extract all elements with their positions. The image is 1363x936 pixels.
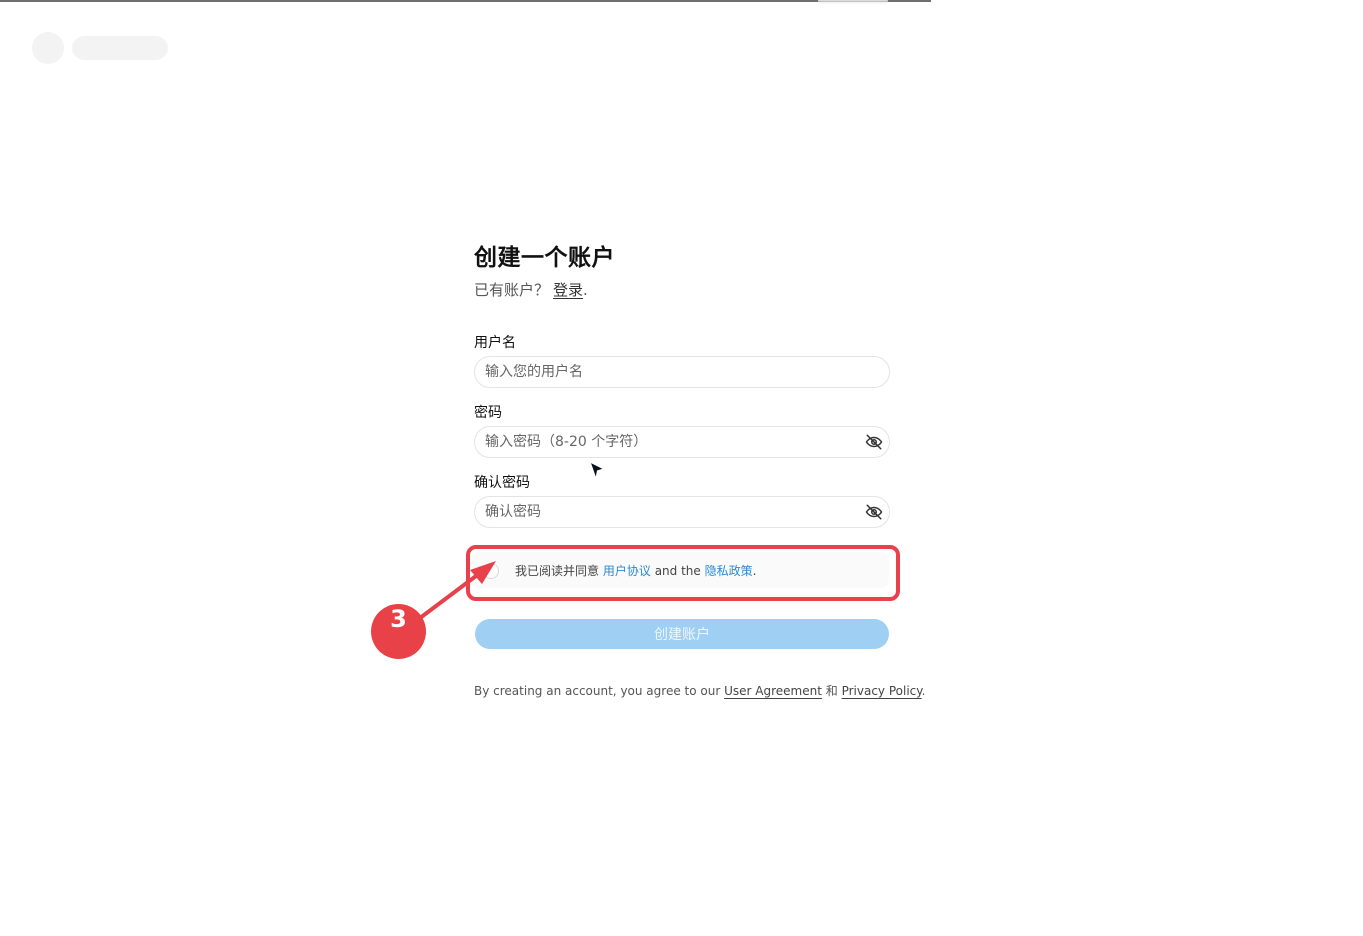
mouse-cursor-icon: [589, 461, 605, 480]
confirm-password-label: 确认密码: [474, 475, 530, 491]
logo-placeholder: [32, 32, 64, 64]
have-account-text: 已有账户？: [474, 281, 550, 299]
eye-off-icon[interactable]: [865, 503, 883, 521]
top-border: [0, 0, 931, 2]
footer-privacy-policy-link[interactable]: Privacy Policy: [842, 684, 922, 698]
eye-off-icon[interactable]: [865, 433, 883, 451]
brand-name-placeholder: [72, 36, 168, 60]
agreement-suffix: .: [752, 564, 757, 578]
step-number-badge: 3: [371, 604, 426, 659]
agreement-prefix: 我已阅读并同意: [515, 564, 600, 578]
password-label: 密码: [474, 405, 502, 421]
page-title: 创建一个账户: [474, 245, 615, 271]
privacy-policy-link[interactable]: 隐私政策: [705, 564, 753, 578]
username-field: [474, 356, 890, 388]
terms-note: By creating an account, you agree to our…: [474, 682, 925, 699]
agree-checkbox[interactable]: [483, 563, 499, 579]
login-link[interactable]: 登录: [553, 281, 583, 299]
agreement-row: 我已阅读并同意 用户协议 and the 隐私政策.: [471, 552, 889, 588]
top-tab-shadow: [818, 0, 888, 5]
confirm-password-input[interactable]: [485, 497, 855, 527]
login-suffix: .: [583, 281, 588, 299]
annotation-arrow: [418, 561, 496, 620]
footer-user-agreement-link[interactable]: User Agreement: [724, 684, 822, 698]
create-account-button[interactable]: 创建账户: [475, 619, 889, 649]
confirm-password-field: [474, 496, 890, 528]
terms-and: 和: [825, 684, 838, 698]
agreement-middle: and the: [654, 564, 701, 578]
password-field: [474, 426, 890, 458]
agreement-text: 我已阅读并同意 用户协议 and the 隐私政策.: [515, 562, 756, 579]
user-agreement-link[interactable]: 用户协议: [603, 564, 651, 578]
have-account-row: 已有账户？ 登录.: [474, 279, 588, 300]
terms-prefix: By creating an account, you agree to our: [474, 684, 721, 698]
password-input[interactable]: [485, 427, 855, 457]
username-input[interactable]: [485, 357, 855, 387]
username-label: 用户名: [474, 335, 516, 351]
terms-suffix: .: [921, 684, 926, 698]
